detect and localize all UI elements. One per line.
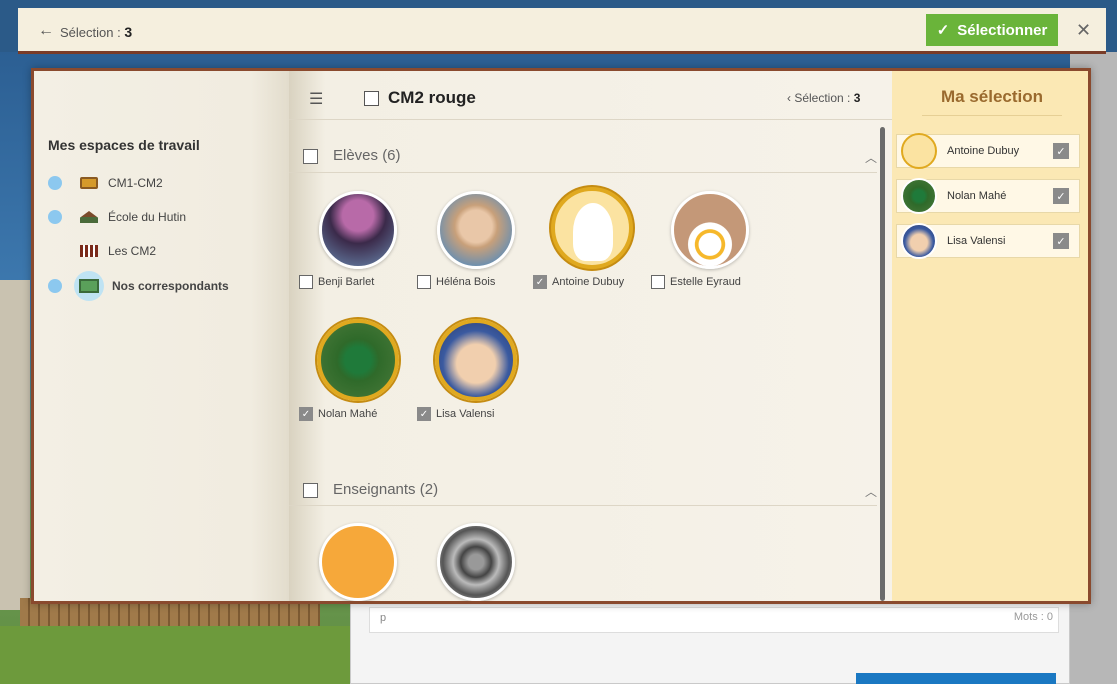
member-card[interactable]: [417, 523, 532, 601]
member-name: Benji Barlet: [318, 276, 375, 288]
member-card[interactable]: Estelle Eyraud: [651, 191, 766, 289]
member-name: Estelle Eyraud: [670, 276, 741, 288]
user-placeholder-icon: [573, 203, 613, 261]
my-selection-title: Ma sélection: [922, 87, 1062, 116]
editor-button[interactable]: [856, 673, 1056, 684]
board-icon: [80, 177, 98, 189]
member-name: Héléna Bois: [436, 276, 496, 288]
avatar[interactable]: [551, 187, 633, 269]
member-card[interactable]: Benji Barlet: [299, 191, 414, 289]
chevron-up-icon[interactable]: ︿: [865, 149, 877, 166]
expand-icon[interactable]: [48, 210, 62, 224]
center-selection-count: 3: [853, 91, 861, 105]
member-checkbox[interactable]: ✓: [533, 275, 547, 289]
avatar[interactable]: [437, 523, 515, 601]
editor-field[interactable]: p: [369, 607, 1059, 633]
selection-checkbox[interactable]: ✓: [1053, 233, 1069, 249]
workspaces-panel: Mes espaces de travail CM1-CM2 École du …: [34, 71, 289, 601]
avatar: [901, 223, 937, 259]
expand-icon[interactable]: [48, 176, 62, 190]
member-card[interactable]: ✓ Nolan Mahé: [299, 319, 414, 421]
select-button-label: Sélectionner: [957, 21, 1048, 39]
selection-modal: Mes espaces de travail CM1-CM2 École du …: [31, 68, 1091, 604]
background-editor: p Mots : 0: [350, 602, 1070, 684]
member-name: Antoine Dubuy: [552, 276, 625, 288]
selection-item[interactable]: Nolan Mahé ✓: [896, 178, 1080, 214]
select-button[interactable]: ✓ Sélectionner: [926, 14, 1058, 46]
avatar[interactable]: [317, 319, 399, 401]
avatar[interactable]: [319, 191, 397, 269]
workspace-item-cm1-cm2[interactable]: CM1-CM2: [48, 176, 163, 190]
group-title: CM2 rouge: [388, 88, 476, 107]
selection-count: 3: [124, 24, 133, 40]
member-name: Nolan Mahé: [318, 408, 378, 420]
scrollbar[interactable]: [880, 127, 885, 601]
member-checkbox[interactable]: [651, 275, 665, 289]
close-icon[interactable]: ✕: [1076, 20, 1091, 41]
center-selection-indicator[interactable]: ‹ Sélection : 3: [787, 91, 860, 105]
avatar[interactable]: [435, 319, 517, 401]
class-icon: [80, 245, 98, 257]
workspace-label: École du Hutin: [108, 210, 187, 224]
member-checkbox[interactable]: ✓: [417, 407, 431, 421]
avatar[interactable]: [437, 191, 515, 269]
correspondents-icon: [74, 271, 104, 301]
expand-icon[interactable]: [48, 279, 62, 293]
selection-item-name: Antoine Dubuy: [947, 145, 1020, 157]
avatar: [901, 178, 937, 214]
member-checkbox[interactable]: ✓: [299, 407, 313, 421]
workspace-label: Les CM2: [108, 244, 157, 258]
section-checkbox-eleves[interactable]: [303, 149, 318, 164]
section-checkbox-enseignants[interactable]: [303, 483, 318, 498]
selection-checkbox[interactable]: ✓: [1053, 188, 1069, 204]
member-card[interactable]: ✓ Lisa Valensi: [417, 319, 532, 421]
section-title-eleves: Elèves (6): [333, 147, 401, 164]
member-checkbox[interactable]: [417, 275, 431, 289]
selection-checkbox[interactable]: ✓: [1053, 143, 1069, 159]
section-title-enseignants: Enseignants (2): [333, 481, 439, 498]
background-house: [0, 280, 30, 610]
workspace-label: Nos correspondants: [112, 279, 229, 293]
selection-item[interactable]: Antoine Dubuy ✓: [896, 133, 1080, 169]
avatar[interactable]: [671, 191, 749, 269]
my-selection-panel: Ma sélection Antoine Dubuy ✓ Nolan Mahé …: [892, 71, 1088, 601]
select-all-checkbox[interactable]: [364, 91, 379, 106]
group-members-panel: ☰ CM2 rouge ‹ Sélection : 3 Elèves (6) ︿…: [289, 71, 892, 601]
avatar[interactable]: [319, 523, 397, 601]
member-card[interactable]: ✓ Antoine Dubuy: [533, 187, 648, 289]
chevron-up-icon[interactable]: ︿: [865, 483, 877, 500]
school-icon: [80, 211, 98, 223]
top-bar: ← Sélection : 3 ✓ Sélectionner ✕: [18, 8, 1106, 54]
arrow-left-icon[interactable]: ←: [38, 22, 54, 40]
member-checkbox[interactable]: [299, 275, 313, 289]
selection-label: Sélection :: [60, 25, 121, 40]
workspace-label: CM1-CM2: [108, 176, 163, 190]
member-card[interactable]: Héléna Bois: [417, 191, 532, 289]
selection-item-name: Lisa Valensi: [947, 235, 1006, 247]
check-icon: ✓: [936, 22, 950, 39]
workspace-item-les-cm2[interactable]: Les CM2: [48, 244, 156, 258]
avatar: [901, 133, 937, 169]
menu-icon[interactable]: ☰: [309, 89, 323, 109]
selection-item-name: Nolan Mahé: [947, 190, 1007, 202]
workspace-item-nos-correspondants[interactable]: Nos correspondants: [48, 271, 229, 301]
word-count: Mots : 0: [1013, 611, 1053, 623]
selection-item[interactable]: Lisa Valensi ✓: [896, 223, 1080, 259]
center-selection-label: ‹ Sélection :: [787, 91, 851, 105]
member-card[interactable]: [299, 523, 414, 601]
member-name: Lisa Valensi: [436, 408, 495, 420]
workspace-item-ecole-du-hutin[interactable]: École du Hutin: [48, 210, 186, 224]
workspaces-title: Mes espaces de travail: [48, 137, 200, 153]
selection-indicator: Sélection : 3: [60, 24, 132, 40]
